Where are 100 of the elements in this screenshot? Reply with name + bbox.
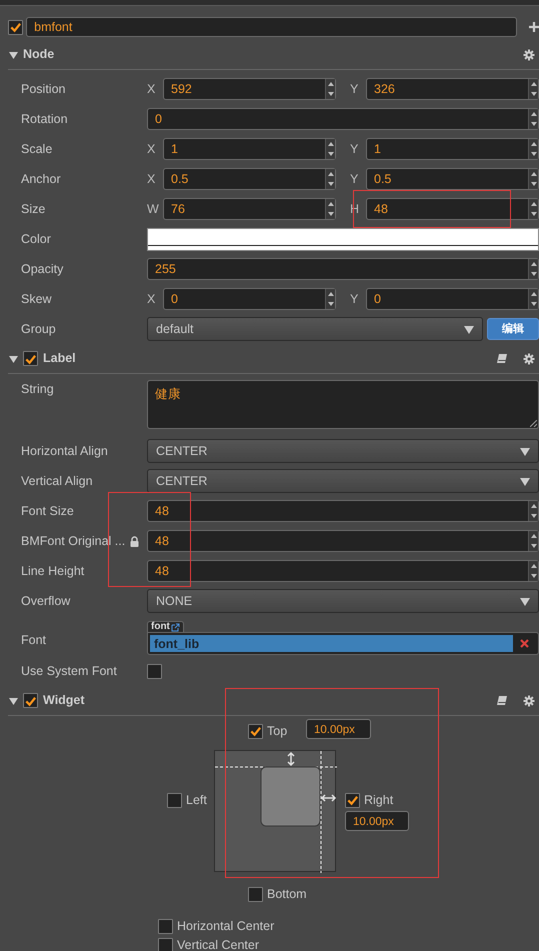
axis-label: X bbox=[147, 290, 156, 308]
spinner-button[interactable] bbox=[528, 109, 538, 129]
spinner-button[interactable] bbox=[325, 199, 335, 219]
section-title: Widget bbox=[43, 692, 85, 710]
node-rect bbox=[260, 766, 320, 826]
dropdown[interactable]: default bbox=[147, 317, 483, 341]
text-area[interactable]: 健康 bbox=[147, 380, 539, 429]
horizontal-arrow-icon bbox=[320, 794, 336, 802]
number-field[interactable]: 0.5 bbox=[163, 168, 336, 190]
checkbox-label: Horizontal Center bbox=[177, 918, 274, 935]
resize-grip-icon bbox=[530, 420, 537, 427]
number-field[interactable]: 48 bbox=[366, 198, 539, 220]
number-field[interactable]: 0 bbox=[147, 108, 539, 130]
number-field[interactable]: 48 bbox=[147, 530, 539, 552]
checkbox[interactable] bbox=[147, 664, 162, 678]
property-label: Line Height bbox=[21, 562, 84, 580]
checkbox[interactable] bbox=[248, 724, 263, 739]
close-icon bbox=[520, 639, 529, 648]
property-label: Color bbox=[21, 230, 51, 248]
dropdown-caret-icon bbox=[520, 476, 530, 486]
spinner-button[interactable] bbox=[528, 561, 538, 581]
color-swatch[interactable] bbox=[147, 228, 539, 250]
axis-label: X bbox=[147, 170, 156, 188]
spinner-button[interactable] bbox=[528, 501, 538, 521]
spinner-button[interactable] bbox=[528, 139, 538, 159]
add-icon bbox=[529, 22, 539, 32]
checkbox-label: Right bbox=[364, 792, 394, 809]
property-label: Vertical Align bbox=[21, 472, 93, 490]
settings-icon bbox=[523, 352, 535, 364]
axis-label: Y bbox=[350, 140, 360, 158]
checkbox[interactable] bbox=[158, 918, 173, 934]
number-field[interactable]: 1 bbox=[366, 138, 539, 160]
spinner-button[interactable] bbox=[528, 531, 538, 551]
spinner-button[interactable] bbox=[528, 289, 538, 309]
section-title: Node bbox=[23, 46, 54, 64]
checkbox-label: Top bbox=[267, 723, 288, 740]
spinner-button[interactable] bbox=[325, 79, 335, 99]
dropdown[interactable]: NONE bbox=[147, 589, 539, 613]
property-label: Font bbox=[21, 632, 46, 650]
property-label: Size bbox=[21, 200, 46, 218]
name-field[interactable]: bmfont bbox=[26, 17, 517, 37]
checkbox[interactable] bbox=[23, 693, 38, 708]
number-field[interactable]: 326 bbox=[366, 78, 539, 100]
axis-label: Y bbox=[350, 290, 360, 308]
settings-icon bbox=[523, 694, 535, 706]
edit-button[interactable]: 编辑 bbox=[487, 318, 539, 340]
checkbox[interactable] bbox=[23, 351, 38, 366]
asset-field[interactable]: font_lib bbox=[150, 635, 513, 652]
checkbox[interactable] bbox=[158, 938, 173, 951]
book-icon bbox=[496, 695, 508, 706]
offset-field[interactable]: 10.00px bbox=[306, 719, 371, 739]
property-label: Overflow bbox=[21, 592, 70, 610]
property-label: Use System Font bbox=[21, 662, 117, 680]
spinner-button[interactable] bbox=[528, 169, 538, 189]
checkbox-label: Vertical Center bbox=[177, 937, 259, 951]
axis-label: Y bbox=[350, 80, 360, 98]
vertical-arrow-icon bbox=[287, 752, 295, 766]
checkbox[interactable] bbox=[167, 792, 182, 808]
axis-label: X bbox=[147, 140, 156, 158]
asset-type-tab[interactable]: font bbox=[147, 621, 184, 632]
settings-icon bbox=[523, 48, 535, 60]
number-field[interactable]: 48 bbox=[147, 560, 539, 582]
number-field[interactable]: 1 bbox=[163, 138, 336, 160]
check-icon bbox=[346, 793, 359, 808]
property-label: Horizontal Align bbox=[21, 442, 108, 460]
spinner-button[interactable] bbox=[325, 169, 335, 189]
checkbox[interactable] bbox=[345, 792, 360, 808]
number-field[interactable]: 48 bbox=[147, 500, 539, 522]
property-label: Font Size bbox=[21, 502, 74, 520]
checkbox-label: Bottom bbox=[267, 886, 307, 903]
number-field[interactable]: 592 bbox=[163, 78, 336, 100]
spinner-button[interactable] bbox=[325, 139, 335, 159]
spinner-button[interactable] bbox=[325, 289, 335, 309]
number-field[interactable]: 255 bbox=[147, 258, 539, 280]
number-field[interactable]: 76 bbox=[163, 198, 336, 220]
spinner-button[interactable] bbox=[528, 79, 538, 99]
axis-label: Y bbox=[350, 170, 360, 188]
spinner-button[interactable] bbox=[528, 199, 538, 219]
dropdown-caret-icon bbox=[520, 596, 530, 606]
dropdown[interactable]: CENTER bbox=[147, 439, 539, 463]
book-icon bbox=[496, 353, 508, 364]
axis-label: X bbox=[147, 80, 156, 98]
number-field[interactable]: 0 bbox=[366, 288, 539, 310]
number-field[interactable]: 0.5 bbox=[366, 168, 539, 190]
dropdown[interactable]: CENTER bbox=[147, 469, 539, 493]
number-field[interactable]: 0 bbox=[163, 288, 336, 310]
section-title: Label bbox=[43, 350, 76, 368]
check-icon bbox=[249, 724, 262, 738]
dropdown-caret-icon bbox=[464, 324, 474, 334]
axis-label: W bbox=[147, 200, 160, 218]
offset-field[interactable]: 10.00px bbox=[345, 811, 409, 831]
property-label: Opacity bbox=[21, 260, 64, 278]
checkbox[interactable] bbox=[248, 886, 263, 902]
external-link-icon bbox=[170, 622, 180, 632]
property-label: Anchor bbox=[21, 170, 61, 188]
checkbox[interactable] bbox=[8, 20, 23, 34]
property-label: Position bbox=[21, 80, 66, 98]
checkbox-label: Left bbox=[186, 792, 207, 809]
check-icon bbox=[9, 20, 22, 34]
spinner-button[interactable] bbox=[528, 259, 538, 279]
